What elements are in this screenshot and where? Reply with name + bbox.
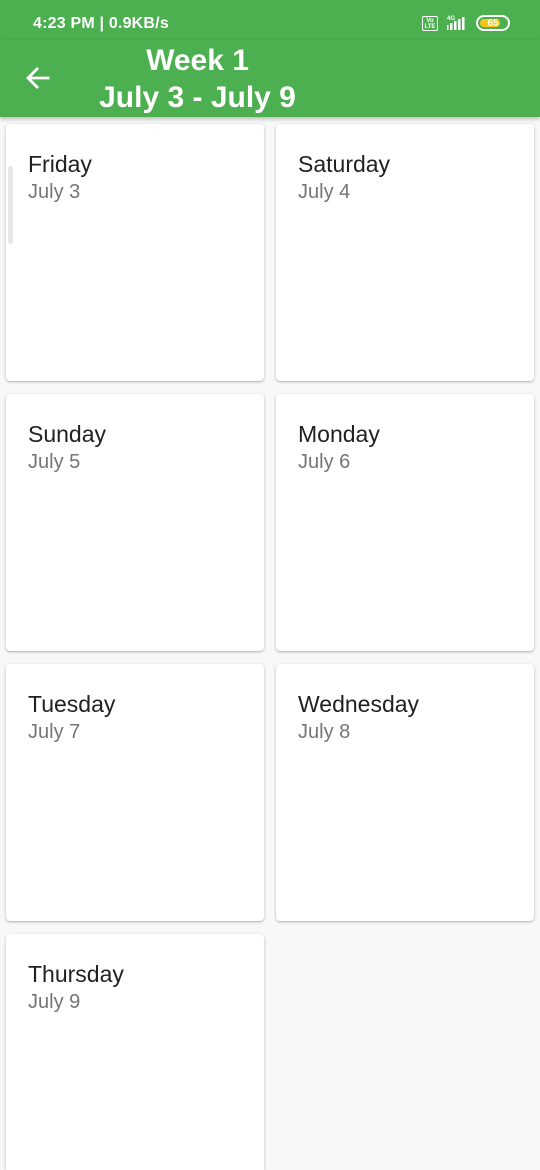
- day-date: July 9: [28, 991, 81, 1013]
- day-date: July 6: [298, 451, 351, 473]
- back-button[interactable]: [18, 58, 58, 98]
- day-card-wednesday[interactable]: Wednesday July 8: [276, 664, 534, 921]
- day-name: Tuesday: [28, 691, 116, 717]
- arrow-left-icon: [26, 67, 50, 89]
- volte-icon: Vo LTE: [422, 15, 438, 31]
- day-card-saturday[interactable]: Saturday July 4: [276, 124, 534, 381]
- status-time-speed: 4:23 PM | 0.9KB/s: [33, 15, 169, 32]
- day-name: Monday: [298, 421, 380, 447]
- day-date: July 5: [28, 451, 81, 473]
- scroll-indicator[interactable]: [8, 166, 13, 244]
- day-card-tuesday[interactable]: Tuesday July 7: [6, 664, 264, 921]
- week-title: Week 1: [146, 44, 249, 77]
- app-bar: Week 1 July 3 - July 9: [0, 40, 540, 117]
- day-name: Thursday: [28, 961, 124, 987]
- battery-level: 65: [487, 17, 499, 29]
- day-card-monday[interactable]: Monday July 6: [276, 394, 534, 651]
- page-title: Week 1 July 3 - July 9: [85, 42, 310, 116]
- day-card-sunday[interactable]: Sunday July 5: [6, 394, 264, 651]
- day-date: July 4: [298, 181, 351, 203]
- day-name: Saturday: [298, 151, 391, 177]
- day-name: Sunday: [28, 421, 107, 447]
- battery-icon: 65: [476, 15, 510, 31]
- day-card-friday[interactable]: Friday July 3: [6, 124, 264, 381]
- day-name: Wednesday: [298, 691, 420, 717]
- signal-icon: 4G: [444, 14, 470, 32]
- day-date: July 8: [298, 721, 351, 743]
- day-name: Friday: [28, 151, 92, 177]
- days-grid: Friday July 3 Saturday July 4 Sunday Jul…: [0, 117, 540, 1170]
- day-card-thursday[interactable]: Thursday July 9: [6, 934, 264, 1170]
- week-date-range: July 3 - July 9: [99, 81, 296, 114]
- status-bar: 4:23 PM | 0.9KB/s Vo LTE 4G 65: [0, 0, 540, 40]
- status-icons: Vo LTE 4G 65: [422, 14, 510, 32]
- day-date: July 3: [28, 181, 81, 203]
- day-date: July 7: [28, 721, 81, 743]
